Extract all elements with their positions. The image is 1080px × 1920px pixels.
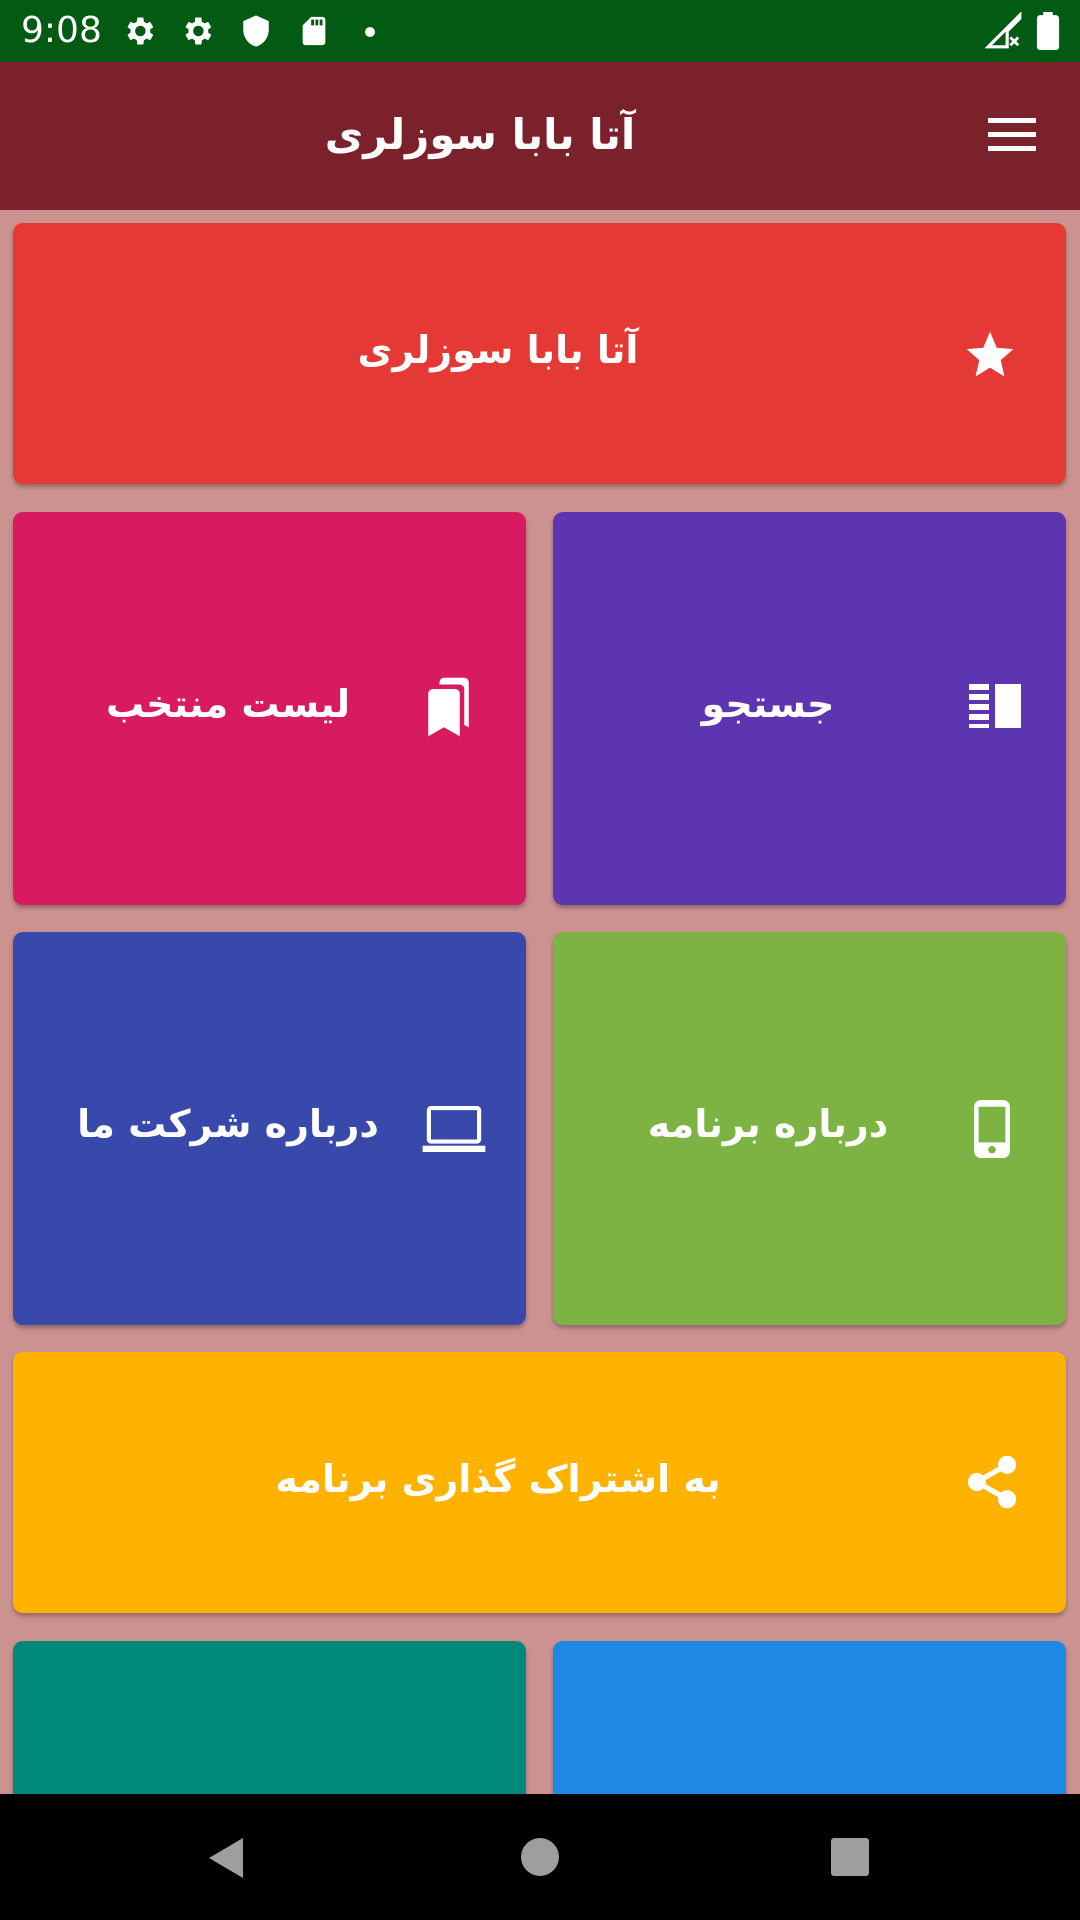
tile-about-company[interactable]: درباره شرکت ما [13,932,526,1325]
share-icon [967,1455,1017,1509]
battery-icon [1036,12,1060,50]
tile-search-label: جستجو [701,682,835,726]
shield-icon [243,15,269,47]
tile-share-label: به اشتراک گذاری برنامه [275,1457,721,1501]
navigation-bar [0,1794,1080,1920]
tile-about-app[interactable]: درباره برنامه [553,932,1066,1325]
tile-about-app-label: درباره برنامه [647,1102,889,1146]
view-list-icon [969,684,1021,728]
tile-featured[interactable]: آتا بابا سوزلری [13,223,1066,484]
app-title: آتا بابا سوزلری [324,110,636,159]
app-bar: آتا بابا سوزلری [0,62,1080,210]
tile-featured-label: آتا بابا سوزلری [357,328,639,372]
laptop-icon [422,1106,486,1152]
home-icon[interactable] [520,1837,560,1877]
status-time: 9:08 [21,10,102,51]
status-bar: 9:08 [0,0,1080,62]
tile-share[interactable]: به اشتراک گذاری برنامه [13,1352,1066,1613]
gear-icon [127,17,154,45]
hamburger-menu-icon[interactable] [988,114,1040,154]
star-icon [966,331,1014,377]
no-signal-icon [985,12,1022,49]
back-icon[interactable] [205,1836,245,1880]
smartphone-icon [974,1100,1010,1158]
bookmarks-icon [428,677,469,737]
tile-about-company-label: درباره شرکت ما [77,1102,379,1146]
tile-favorites-label: لیست منتخب [105,682,351,726]
dot-icon [365,27,375,37]
sd-card-icon [302,16,326,46]
gear-icon [185,17,212,45]
tile-favorites[interactable]: لیست منتخب [13,512,526,905]
recents-icon[interactable] [830,1837,870,1877]
tile-search[interactable]: جستجو [553,512,1066,905]
